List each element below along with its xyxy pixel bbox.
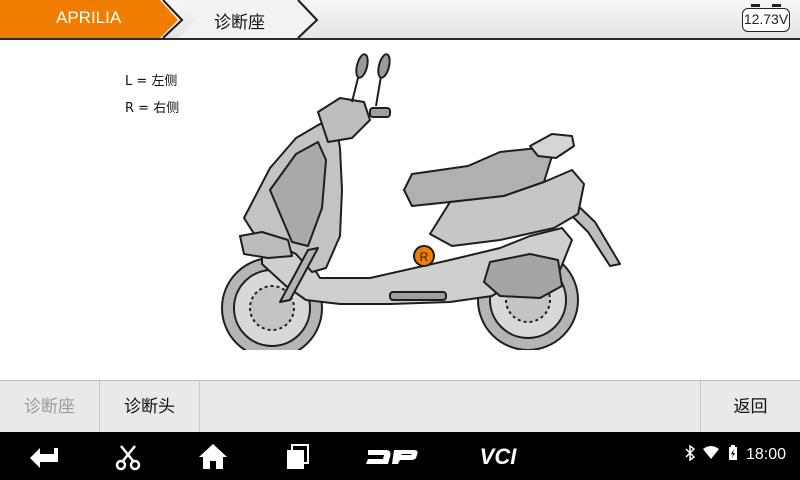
diagram-area: L = 左侧 R = 右侧 R <box>0 42 800 380</box>
clock-time: 18:00 <box>745 446 786 463</box>
diagnostic-seat-button[interactable]: 诊断座 <box>0 381 100 433</box>
wifi-icon <box>703 446 720 459</box>
recent-apps-icon[interactable] <box>282 440 314 472</box>
breadcrumb-page[interactable]: 诊断座 <box>214 8 265 33</box>
back-button[interactable]: 返回 <box>700 381 800 433</box>
legend-right: R = 右侧 <box>125 101 180 116</box>
navigation-bar: VCI 18:00 <box>0 432 800 480</box>
breadcrumb-brand[interactable]: APRILIA <box>56 8 121 28</box>
breadcrumb <box>0 0 319 39</box>
vci-logo-text: VCI <box>480 444 518 469</box>
dp-logo-icon[interactable] <box>364 440 420 472</box>
top-bar: APRILIA 诊断座 12.73V <box>0 0 800 40</box>
back-arrow-icon[interactable] <box>24 440 64 472</box>
action-bar: 诊断座 诊断头 返回 <box>0 380 800 433</box>
app-window: APRILIA 诊断座 12.73V L = 左侧 R = 右侧 R 诊断座 诊… <box>0 0 800 480</box>
bluetooth-icon <box>685 444 695 462</box>
scissors-icon[interactable] <box>112 440 144 472</box>
home-icon[interactable] <box>196 440 230 472</box>
connector-marker-label: R <box>420 250 429 264</box>
battery-voltage-badge: 12.73V <box>742 4 790 32</box>
scooter-illustration: R <box>221 53 621 350</box>
battery-charging-icon <box>728 445 737 460</box>
legend-left: L = 左侧 <box>125 74 178 89</box>
diagnostic-head-button[interactable]: 诊断头 <box>100 381 200 433</box>
status-area: 18:00 <box>685 444 786 464</box>
vci-logo-icon[interactable]: VCI <box>468 440 528 472</box>
